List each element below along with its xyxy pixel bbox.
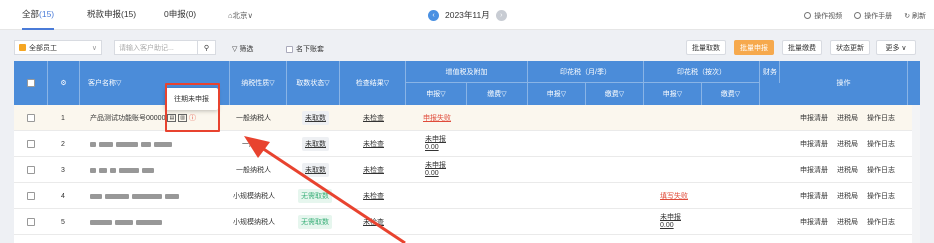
annotation-arrow — [244, 136, 406, 243]
